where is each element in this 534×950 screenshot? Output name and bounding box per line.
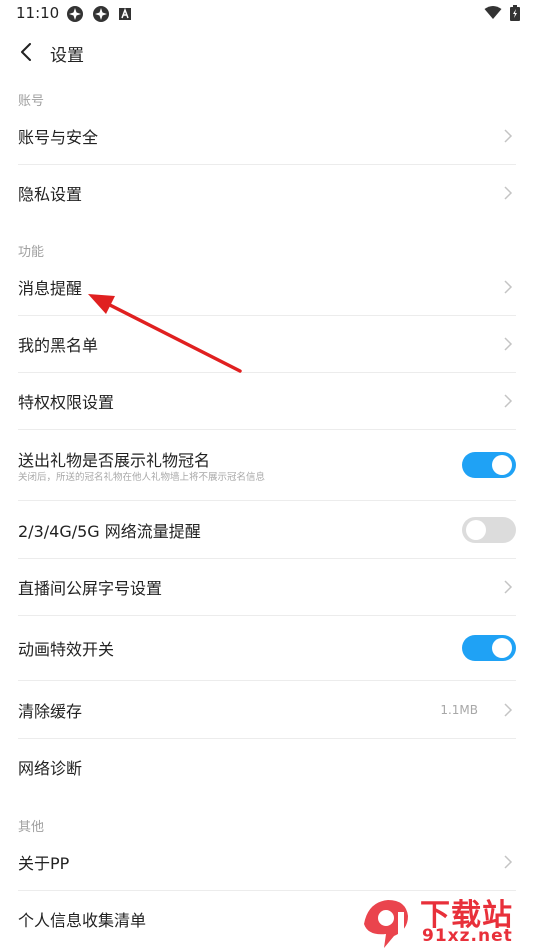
toggle-knob xyxy=(492,454,512,475)
settings-item-clear-cache[interactable]: 清除缓存 1.1MB xyxy=(18,681,516,739)
settings-item-label: 特权权限设置 xyxy=(18,392,115,412)
settings-item-label: 动画特效开关 xyxy=(18,639,115,659)
a-icon xyxy=(119,7,131,20)
settings-item-chat-font-size[interactable]: 直播间公屏字号设置 xyxy=(18,558,516,616)
watermark-logo-icon xyxy=(364,900,408,948)
settings-item-label: 2/3/4G/5G 网络流量提醒 xyxy=(18,521,201,541)
app-icon xyxy=(67,6,83,22)
settings-item-label: 清除缓存 xyxy=(18,701,83,721)
settings-item-about-pp[interactable]: 关于PP xyxy=(18,833,516,891)
chevron-right-icon xyxy=(504,702,513,717)
page-title: 设置 xyxy=(50,46,84,66)
chevron-right-icon xyxy=(504,854,513,869)
data-usage-alert-toggle[interactable] xyxy=(462,516,516,543)
back-button[interactable] xyxy=(10,36,42,68)
status-time: 11:10 xyxy=(16,4,60,22)
chevron-right-icon xyxy=(504,185,513,200)
watermark-text-bottom: 91xz.net xyxy=(422,926,513,946)
chevron-right-icon xyxy=(504,393,513,408)
settings-item-animation-effects: 动画特效开关 xyxy=(18,615,516,681)
chevron-right-icon xyxy=(504,128,513,143)
chevron-right-icon xyxy=(504,279,513,294)
settings-item-gift-title-display: 送出礼物是否展示礼物冠名 关闭后，所送的冠名礼物在他人礼物墙上将不展示冠名信息 xyxy=(18,429,516,501)
settings-item-account-security[interactable]: 账号与安全 xyxy=(18,107,516,165)
app-icon xyxy=(93,6,109,22)
settings-item-label: 隐私设置 xyxy=(18,184,83,204)
wifi-icon xyxy=(484,6,502,19)
settings-item-label: 消息提醒 xyxy=(18,278,83,298)
settings-item-blacklist[interactable]: 我的黑名单 xyxy=(18,315,516,373)
settings-item-message-notification[interactable]: 消息提醒 xyxy=(18,258,516,316)
cache-size-value: 1.1MB xyxy=(440,702,478,717)
settings-item-label: 账号与安全 xyxy=(18,127,99,147)
watermark: 下载站 91xz.net xyxy=(358,890,530,950)
settings-item-label: 网络诊断 xyxy=(18,758,83,778)
status-icons-left xyxy=(66,5,132,23)
settings-item-description: 关闭后，所送的冠名礼物在他人礼物墙上将不展示冠名信息 xyxy=(18,472,266,483)
animation-effects-toggle[interactable] xyxy=(462,634,516,661)
settings-item-data-usage-alert: 2/3/4G/5G 网络流量提醒 xyxy=(18,501,516,559)
battery-icon xyxy=(510,5,520,21)
toggle-knob xyxy=(492,637,512,658)
chevron-right-icon xyxy=(504,579,513,594)
chevron-right-icon xyxy=(504,336,513,351)
settings-item-privacy[interactable]: 隐私设置 xyxy=(18,164,516,221)
settings-item-network-diagnosis[interactable]: 网络诊断 xyxy=(18,738,516,795)
settings-item-label: 直播间公屏字号设置 xyxy=(18,578,163,598)
settings-item-label: 我的黑名单 xyxy=(18,335,99,355)
status-icons-right xyxy=(484,5,520,21)
settings-item-label: 个人信息收集清单 xyxy=(18,910,147,930)
gift-title-display-toggle[interactable] xyxy=(462,451,516,478)
status-bar: 11:10 xyxy=(0,0,534,28)
settings-item-privilege-permissions[interactable]: 特权权限设置 xyxy=(18,372,516,430)
settings-item-label: 关于PP xyxy=(18,853,70,873)
app-header: 设置 xyxy=(0,28,534,76)
settings-item-label: 送出礼物是否展示礼物冠名 xyxy=(18,451,211,470)
chevron-left-icon xyxy=(21,43,31,61)
toggle-knob xyxy=(466,519,486,540)
